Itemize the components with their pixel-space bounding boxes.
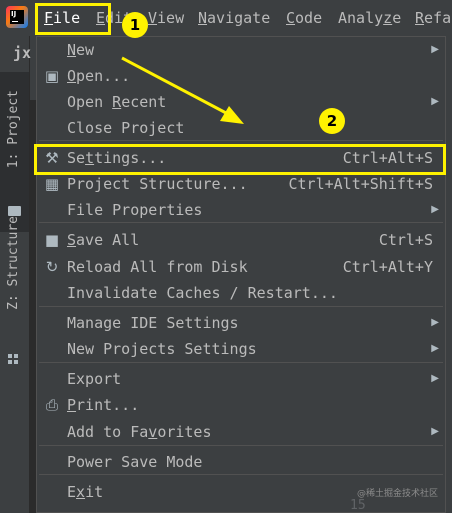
line-number: 15 bbox=[350, 498, 366, 513]
highlight-settings-item bbox=[34, 144, 446, 175]
watermark: @稀土掘金技术社区 bbox=[356, 489, 438, 499]
annotation-arrow bbox=[121, 56, 244, 124]
step-badge-2: 2 bbox=[319, 108, 345, 134]
